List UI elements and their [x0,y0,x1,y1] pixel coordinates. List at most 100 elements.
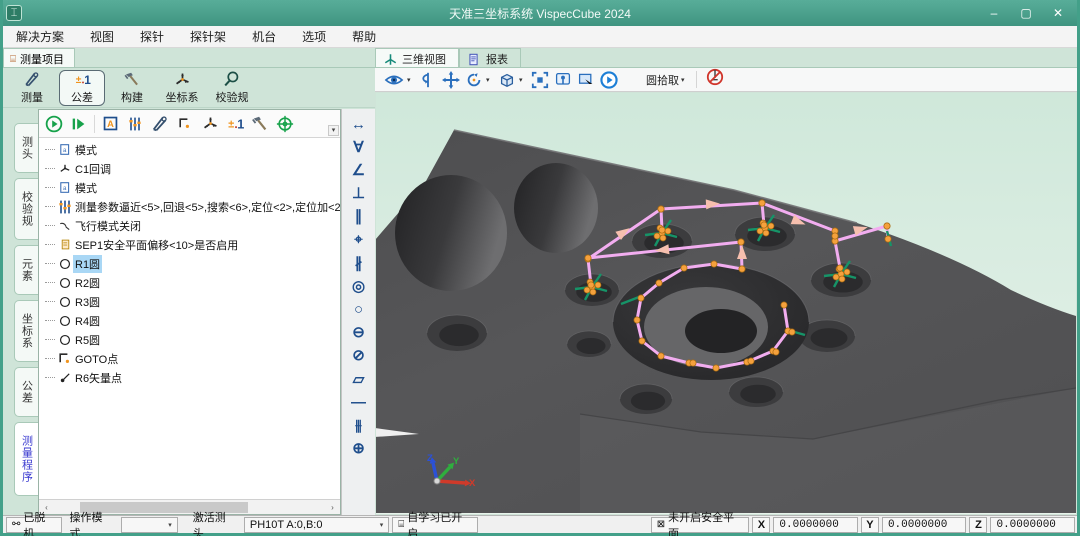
tree-row[interactable]: 测量参数逼近<5>,回退<5>,搜索<6>,定位<2>,定位加<2>,测量· [39,197,340,216]
tree-row[interactable]: R3圆 [39,292,340,311]
tree-row-label: SEP1安全平面偏移<10>是否启用 [73,236,240,254]
gdt-straightness-button[interactable]: — [348,393,370,411]
locate-button[interactable] [552,69,573,90]
gdt-angularity-button[interactable]: ∠ [348,161,370,179]
probe-disable-button[interactable] [704,69,725,90]
menu-item-6[interactable]: 帮助 [339,26,389,48]
probe-label: 激活测头 [188,517,241,533]
offline-label: 已脱机 [23,509,55,536]
spin-view-dropdown-icon[interactable]: ▾ [486,76,494,84]
gdt-runout-button[interactable]: ⊖ [348,324,370,342]
tree-plane-icon [60,238,71,251]
tree-row[interactable]: GOTO点 [39,349,340,368]
tolerance-button[interactable]: ±1 [224,113,246,135]
pan-view-button[interactable] [440,69,461,90]
gdt-parallelism-button[interactable]: ∥ [348,208,370,226]
goto-button[interactable] [174,113,196,135]
flag-view-button[interactable] [575,69,596,90]
ribbon-测量-button[interactable]: 测量 [9,70,55,106]
toolbar-overflow-button[interactable]: ▾ [328,125,339,136]
tree-row[interactable]: R2圆 [39,273,340,292]
tab-报表[interactable]: 报表 [459,48,521,67]
safety-plane-indicator[interactable]: ⊠ 未开启安全平面 [651,517,750,533]
gdt-flatness-button[interactable]: ▱ [348,370,370,388]
display-mode-button[interactable] [383,69,405,90]
menu-item-4[interactable]: 机台 [239,26,289,48]
menu-item-3[interactable]: 探针架 [177,26,239,48]
tree-row[interactable]: R1圆 [39,254,340,273]
minimize-button[interactable]: – [980,4,1008,22]
gdt-symmetry-slash-button[interactable]: ∦ [348,254,370,272]
tree-connector [45,168,55,169]
view-cube-dropdown-icon[interactable]: ▾ [519,76,527,84]
probe-combo[interactable]: PH10T A:0,B:0 ▾ [244,517,389,533]
gdt-true-position-button[interactable]: ⊕ [348,440,370,458]
construct-button[interactable] [249,113,271,135]
side-tab-测头[interactable]: 测头 [14,123,38,173]
run-button[interactable] [43,113,65,135]
ribbon-坐标系-button[interactable]: 坐标系 [159,70,205,106]
tree-row[interactable]: a模式 [39,140,340,159]
path-waypoint [638,295,644,301]
tree-row[interactable]: R6矢量点 [39,368,340,387]
close-button[interactable]: ✕ [1044,4,1072,22]
gdt-total-runout-button[interactable]: ⊘ [348,347,370,365]
rotate-view-button[interactable] [417,69,438,90]
mode-combo[interactable]: ▾ [121,517,178,533]
measure-button[interactable] [149,113,171,135]
viewport-3d[interactable]: XYZ [376,93,1076,514]
tree-row[interactable]: 飞行模式关闭 [39,216,340,235]
part-cone-hole [514,163,598,253]
tree-connector [45,339,55,340]
ribbon-公差-button[interactable]: ±1公差 [59,70,105,106]
side-tab-公差[interactable]: 公差 [14,367,38,417]
menu-item-5[interactable]: 选项 [289,26,339,48]
gdt-symmetry-button[interactable]: ⫵ [348,416,370,434]
maximize-button[interactable]: ▢ [1012,4,1040,22]
path-waypoint [884,223,890,229]
ribbon-构建-button[interactable]: 构建 [109,70,155,106]
gdt-perpendicularity-button[interactable]: ⊥ [348,185,370,203]
circle-pick-label[interactable]: 圆拾取 [646,72,679,88]
auto-label-button[interactable]: A [99,113,121,135]
tab-三维视图[interactable]: 三维视图 [375,48,459,67]
tree-row[interactable]: R5圆 [39,330,340,349]
offline-indicator[interactable]: ⚯ 已脱机 [6,517,62,533]
axis-x-label: X [752,517,770,533]
side-tab-校验规[interactable]: 校验规 [14,178,38,240]
gdt-concentricity-button[interactable]: ◎ [348,277,370,295]
axis-y-label: Y [861,517,879,533]
spin-view-button[interactable] [463,69,484,90]
selflearn-indicator[interactable]: ⌸ 自学习已开启 [392,517,478,533]
tree-row[interactable]: a模式 [39,178,340,197]
tree-row-label: R6矢量点 [73,369,124,387]
view-cube-button[interactable] [496,69,517,90]
gdt-circularity-button[interactable]: ○ [348,301,370,319]
side-tab-坐标系[interactable]: 坐标系 [14,300,38,362]
run-preview-button[interactable] [598,69,619,90]
tree-row[interactable]: R4圆 [39,311,340,330]
tree-row[interactable]: SEP1安全平面偏移<10>是否启用 [39,235,340,254]
tab-measure-items[interactable]: ⌸ 测量项目 [3,48,75,67]
menu-item-2[interactable]: 探针 [127,26,177,48]
circle-pick-dropdown-icon[interactable]: ▾ [681,76,689,84]
gdt-position-button[interactable]: ⌖ [348,231,370,249]
coordinate-system-button[interactable] [199,113,221,135]
gdt-angle-between-button[interactable]: ∀ [348,138,370,156]
display-mode-icon [384,71,404,89]
hscroll-right-arrow[interactable]: › [325,503,340,512]
menu-item-0[interactable]: 解决方案 [3,26,77,48]
run-icon [45,115,63,133]
align-button[interactable] [274,113,296,135]
side-tab-测量程序[interactable]: 测量程序 [14,422,38,496]
measure-params-button[interactable] [124,113,146,135]
display-mode-dropdown-icon[interactable]: ▾ [407,76,415,84]
circle-pick-button[interactable] [621,69,642,90]
gdt-distance-button[interactable]: ↔ [348,115,370,133]
side-tab-元素[interactable]: 元素 [14,245,38,295]
menu-item-1[interactable]: 视图 [77,26,127,48]
run-step-button[interactable] [68,113,90,135]
tree-row[interactable]: C1回调 [39,159,340,178]
fit-view-button[interactable] [529,69,550,90]
ribbon-校验规-button[interactable]: 校验规 [209,70,255,106]
